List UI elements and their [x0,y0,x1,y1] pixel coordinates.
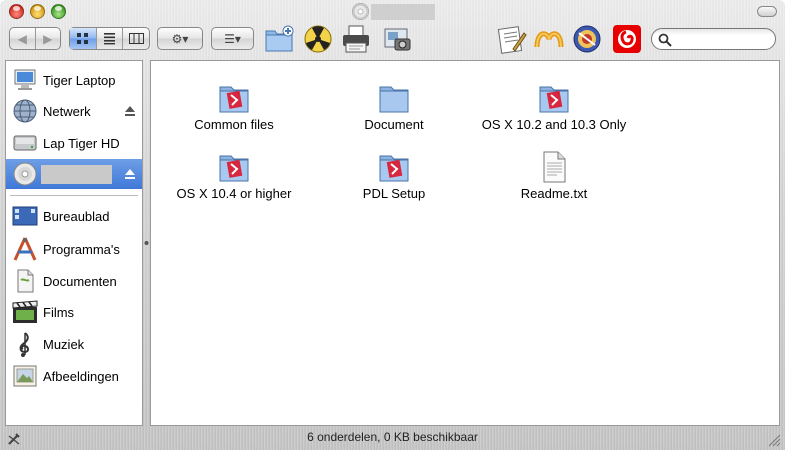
icon-view-icon [77,33,89,44]
file-name: OS X 10.4 or higher [176,186,292,201]
globe-app-icon[interactable] [571,23,603,55]
sidebar-item-tiger-laptop[interactable]: Tiger Laptop [6,65,142,95]
network-app-icon[interactable] [533,23,565,55]
minimize-button[interactable] [30,4,45,19]
sidebar-item-lap-tiger-hd[interactable]: Lap Tiger HD [6,128,142,158]
file-item[interactable]: Common files [154,81,314,132]
cd-icon [11,160,39,188]
action-menu-button[interactable]: ⚙▾ [157,27,203,50]
file-item[interactable]: OS X 10.2 and 10.3 Only [474,81,634,132]
sidebar-item-label: Afbeeldingen [43,368,119,384]
printer-icon[interactable] [340,23,372,55]
burn-icon[interactable] [302,23,334,55]
sidebar-item-films[interactable]: Films [6,297,142,327]
back-forward-control: ◀ ▶ [9,27,61,50]
eject-icon[interactable] [124,105,136,117]
file-name: PDL Setup [362,186,426,201]
list-view-button[interactable] [97,28,124,49]
sidebar-item-label: Muziek [43,336,85,352]
forward-button[interactable]: ▶ [36,28,61,49]
hard-drive-icon [11,129,39,157]
arrange-menu-button[interactable]: ☰▾ [211,27,254,50]
sidebar-item-label: Documenten [43,273,117,289]
sidebar-item-label: Netwerk [43,103,91,119]
file-name: Readme.txt [520,186,588,201]
preview-app-icon[interactable] [381,23,413,55]
column-view-icon [128,33,144,44]
pictures-icon [11,362,39,390]
file-item[interactable]: PDL Setup [314,150,474,201]
app-folder-icon [379,155,409,182]
cd-title-icon [352,3,369,20]
sidebar-item-netwerk[interactable]: Netwerk [6,96,142,126]
sidebar: Tiger Laptop Netwerk Lap Tiger HD Bureau… [5,60,143,426]
sidebar-item-label: Lap Tiger HD [43,135,120,151]
sidebar-item-afbeeldingen[interactable]: Afbeeldingen [6,361,142,391]
file-name: Common files [194,117,274,132]
file-browser-area: Common files Document OS X 10.2 and 10.3… [150,60,780,426]
arrange-icon: ☰▾ [224,31,241,46]
applications-icon [11,235,39,263]
file-item[interactable]: Document [314,81,474,132]
sidebar-item-label: Bureaublad [43,208,110,224]
app-folder-icon [219,155,249,182]
file-item[interactable]: OS X 10.4 or higher [154,150,314,201]
imac-icon [11,66,39,94]
vodafone-icon[interactable] [611,23,643,55]
music-icon [11,330,39,358]
list-view-icon [104,33,115,45]
sidebar-item-programmas[interactable]: Programma's [6,234,142,264]
back-button[interactable]: ◀ [10,28,36,49]
finder-window: ◀ ▶ ⚙▾ ☰▾ Tiger Laptop Netwerk Lap Tiger… [0,0,785,450]
sidebar-item-bureaublad[interactable]: Bureaublad [6,201,142,231]
documents-icon [11,267,39,295]
folder-icon [379,86,409,113]
status-text: 6 onderdelen, 0 KB beschikbaar [307,430,478,444]
sidebar-item-label: Tiger Laptop [43,72,116,88]
app-folder-icon [219,86,249,113]
file-name: OS X 10.2 and 10.3 Only [481,117,627,132]
resize-grip-icon[interactable] [765,431,781,447]
window-title [371,4,435,20]
sidebar-item-cd[interactable] [6,159,142,189]
eject-icon[interactable] [124,168,136,180]
new-folder-icon[interactable] [263,23,295,55]
toolbar-toggle-button[interactable] [757,6,777,17]
app-folder-icon [539,86,569,113]
movies-icon [11,298,39,326]
text-document-icon [543,151,566,183]
sidebar-item-muziek[interactable]: Muziek [6,329,142,359]
sidebar-splitter-handle[interactable] [144,240,149,246]
sidebar-item-documenten[interactable]: Documenten [6,266,142,296]
sidebar-divider [10,195,138,196]
file-name: Document [364,117,424,132]
sidebar-item-label: Programma's [43,241,120,257]
sidebar-item-label: Films [43,304,75,320]
gear-icon: ⚙▾ [171,31,189,46]
title-bar[interactable] [0,0,785,24]
icon-view-button[interactable] [70,28,97,49]
file-item[interactable]: Readme.txt [474,150,634,201]
zoom-button[interactable] [51,4,66,19]
status-bar: 6 onderdelen, 0 KB beschikbaar [0,426,785,450]
search-icon [658,33,672,47]
view-switcher [69,27,150,50]
network-globe-icon [11,97,39,125]
sidebar-item-label [41,164,112,184]
column-view-button[interactable] [123,28,149,49]
desktop-icon [11,202,39,230]
search-field[interactable] [651,28,776,50]
close-button[interactable] [9,4,24,19]
textedit-icon[interactable] [495,23,527,55]
